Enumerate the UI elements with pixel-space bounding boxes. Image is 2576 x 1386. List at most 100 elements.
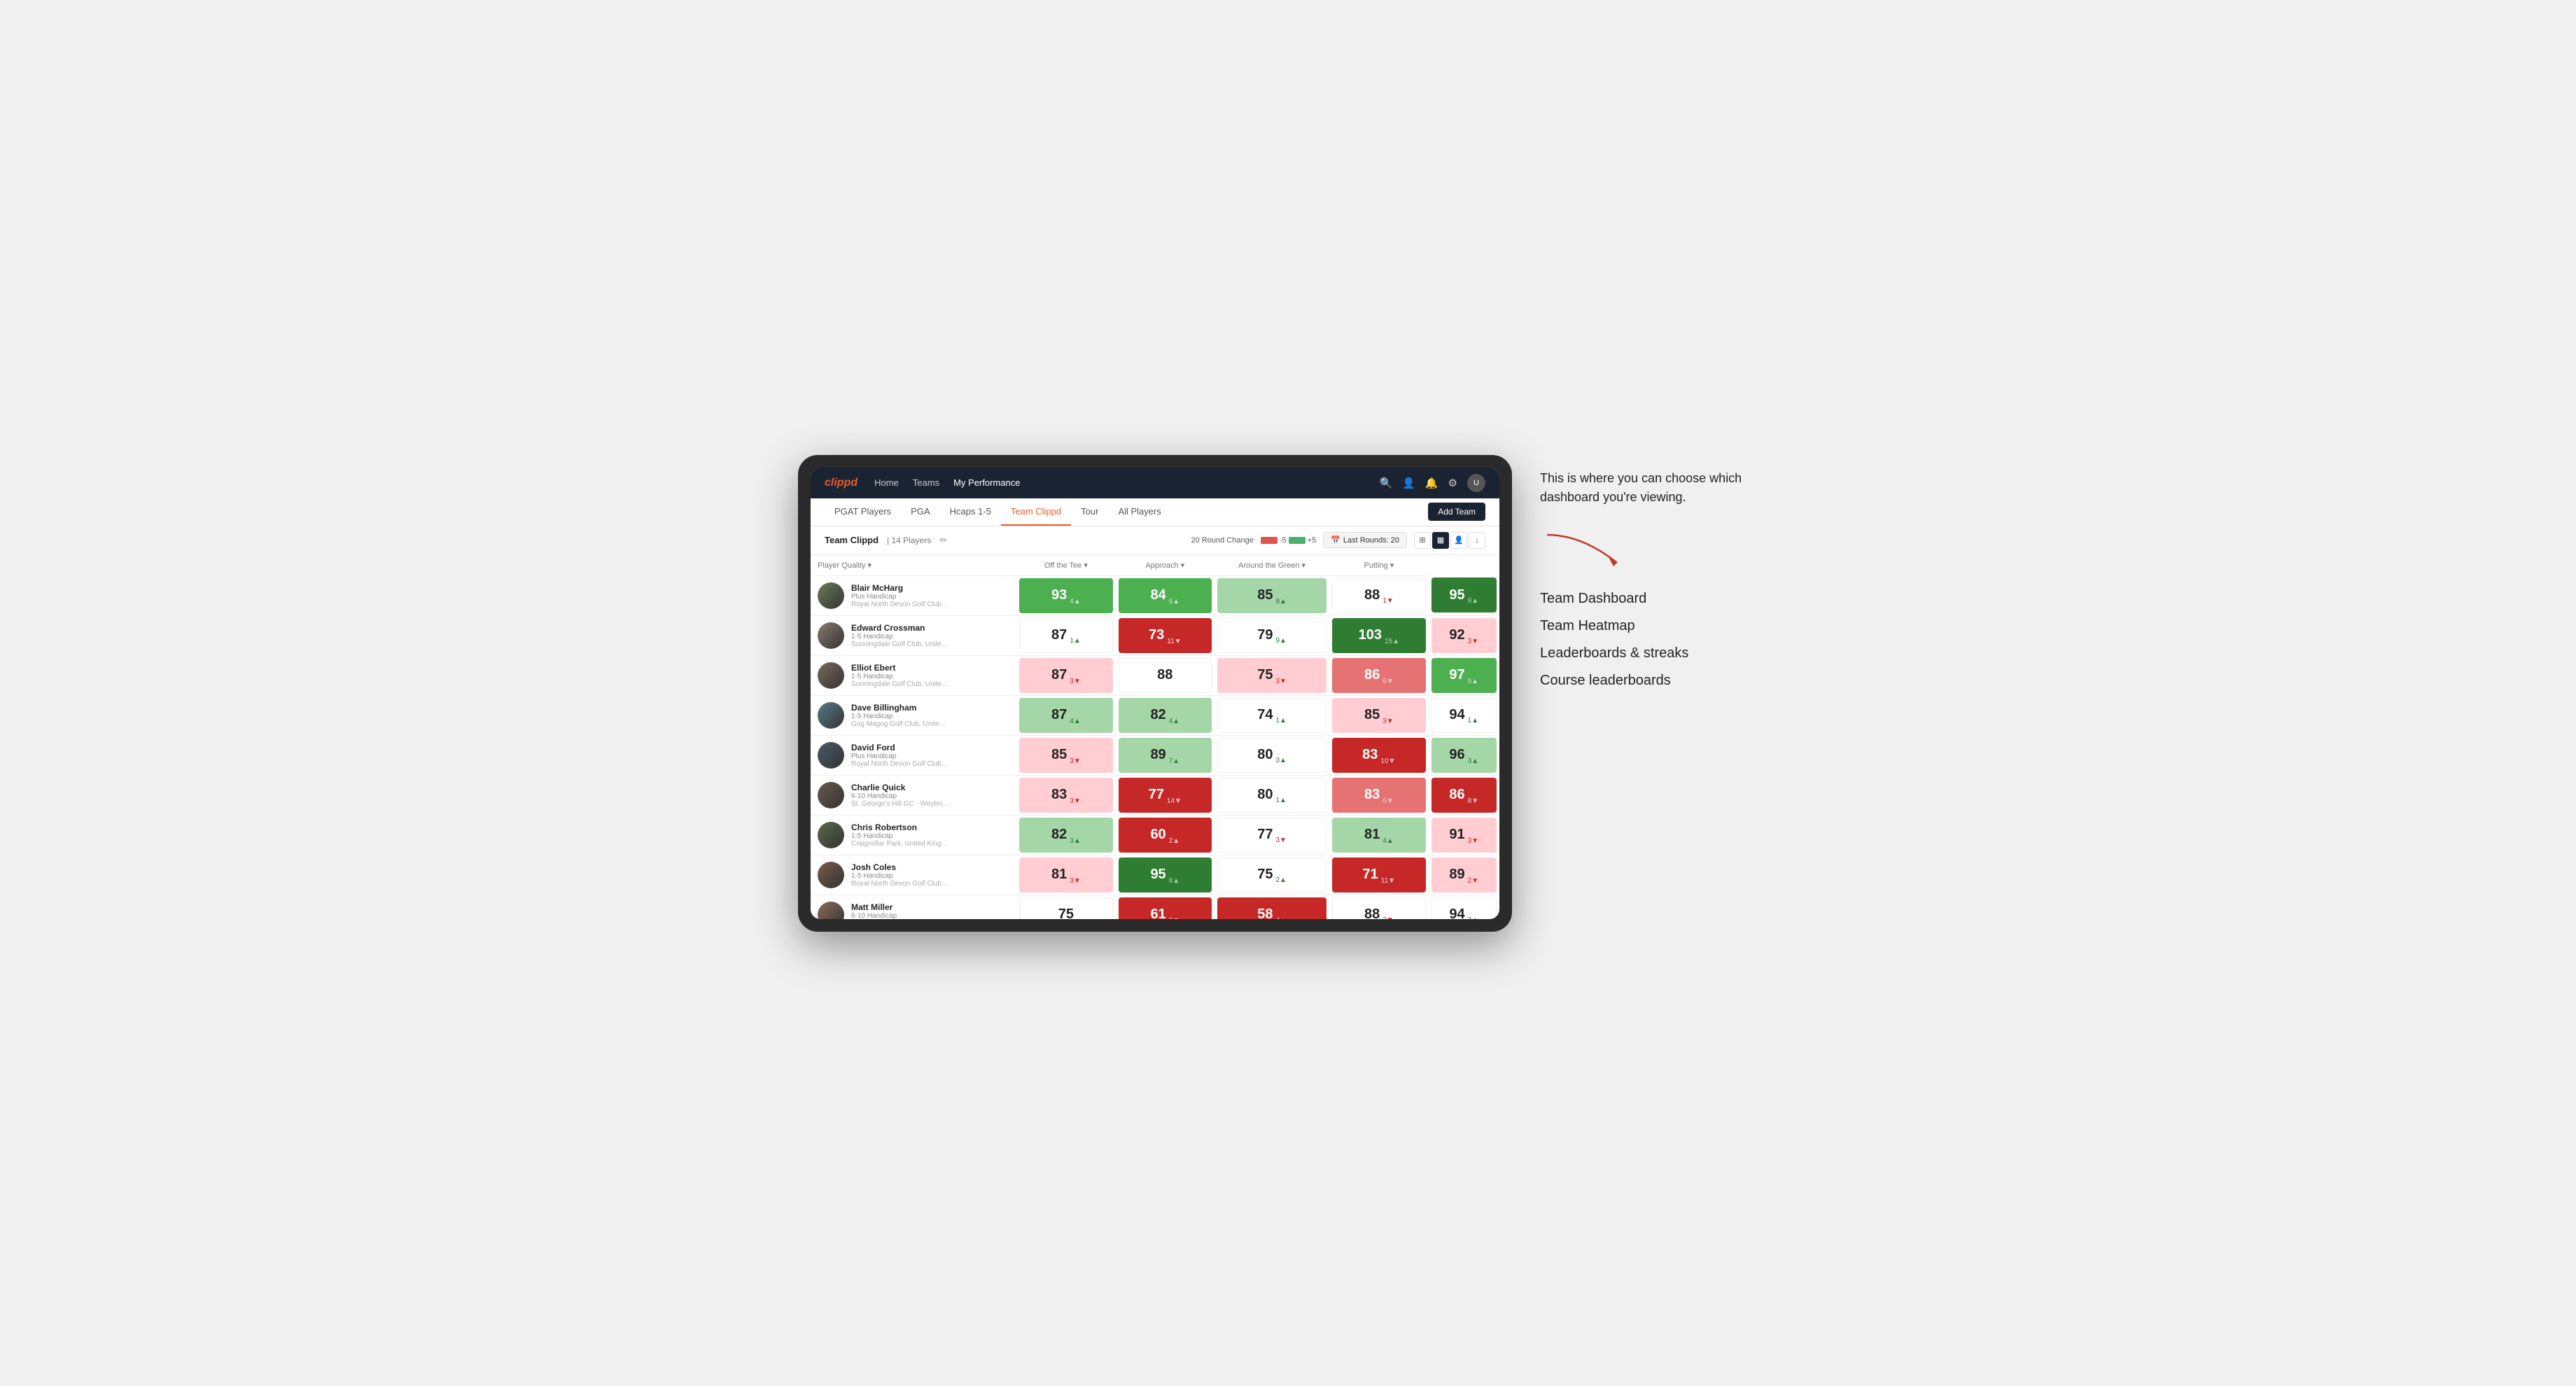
view-grid-button[interactable]: ⊞ [1414, 532, 1431, 549]
score-approach-cell: 85 8▲ [1214, 575, 1329, 615]
table-row[interactable]: Charlie Quick 6-10 Handicap St. George's… [811, 775, 1499, 815]
score-change: 1▲ [1275, 717, 1286, 727]
tab-all-players[interactable]: All Players [1108, 498, 1170, 526]
annotation-item-heatmap: Team Heatmap [1540, 618, 1778, 634]
annotation-arrow [1540, 528, 1778, 570]
score-value: 88 [1364, 587, 1380, 603]
player-club: Royal North Devon Golf Club, United King… [851, 760, 949, 768]
score-value: 95 [1449, 587, 1464, 603]
player-info: Blair McHarg Plus Handicap Royal North D… [851, 583, 949, 608]
score-off_tee-cell: 88 [1116, 655, 1214, 695]
player-avatar [818, 702, 844, 729]
view-download-button[interactable]: ↓ [1469, 532, 1485, 549]
score-change: 1▲ [1275, 797, 1286, 806]
col-around-green: Around the Green ▾ [1214, 555, 1329, 576]
score-value: 80 [1257, 747, 1273, 763]
table-row[interactable]: David Ford Plus Handicap Royal North Dev… [811, 735, 1499, 775]
score-value: 82 [1150, 707, 1166, 723]
player-club: Sunningdale Golf Club, United Kingdom [851, 680, 949, 688]
add-team-button[interactable]: Add Team [1428, 503, 1485, 521]
player-cell: Chris Robertson 1-5 Handicap Craigmillar… [811, 816, 1016, 854]
score-change: 4▲ [1275, 917, 1286, 919]
round-change-label: 20 Round Change [1191, 536, 1254, 545]
sub-header-right: 20 Round Change -5 +5 📅 Last Rounds: 20 … [1191, 532, 1485, 549]
table-row[interactable]: Dave Billingham 1-5 Handicap Gog Magog G… [811, 695, 1499, 735]
tablet-frame: clippd Home Teams My Performance 🔍 👤 🔔 ⚙… [798, 455, 1512, 932]
score-change: 14▼ [1167, 797, 1182, 807]
score-value: 94 [1449, 906, 1464, 919]
table-row[interactable]: Edward Crossman 1-5 Handicap Sunningdale… [811, 615, 1499, 655]
table-row[interactable]: Chris Robertson 1-5 Handicap Craigmillar… [811, 815, 1499, 855]
nav-link-teams[interactable]: Teams [913, 477, 939, 488]
data-table: Player Quality ▾ Off the Tee ▾ Approach … [811, 555, 1499, 919]
nav-link-myperformance[interactable]: My Performance [953, 477, 1020, 488]
score-change: 3▲ [1275, 757, 1286, 766]
score-box: 83 6▼ [1332, 778, 1425, 813]
score-quality-cell: 87 1▲ [1016, 615, 1115, 655]
player-handicap: 1-5 Handicap [851, 713, 949, 720]
score-box: 77 3▼ [1217, 818, 1326, 853]
score-value: 81 [1364, 827, 1380, 843]
score-approach-cell: 80 1▲ [1214, 775, 1329, 815]
score-change: 9▲ [1468, 597, 1478, 607]
score-quality-cell: 87 4▲ [1016, 695, 1115, 735]
score-value: 85 [1257, 587, 1273, 603]
bar-pos [1289, 537, 1306, 544]
score-change: 1▲ [1468, 717, 1478, 727]
score-value: 77 [1257, 827, 1273, 843]
search-icon[interactable]: 🔍 [1379, 477, 1392, 489]
score-putting-cell: 94 1▲ [1429, 695, 1499, 735]
score-box: 89 7▲ [1119, 738, 1212, 773]
annotation-item-dashboard: Team Dashboard [1540, 591, 1778, 607]
view-person-button[interactable]: 👤 [1450, 532, 1467, 549]
avatar[interactable]: U [1467, 474, 1485, 492]
bar-neg [1261, 537, 1278, 544]
score-box: 81 3▼ [1019, 858, 1112, 892]
score-change: 6▲ [1169, 598, 1180, 608]
bell-icon[interactable]: 🔔 [1425, 477, 1438, 489]
score-value: 91 [1449, 827, 1464, 843]
score-value: 86 [1449, 787, 1464, 803]
table-row[interactable]: Josh Coles 1-5 Handicap Royal North Devo… [811, 855, 1499, 895]
last-rounds-button[interactable]: 📅 Last Rounds: 20 [1323, 532, 1407, 548]
score-box: 71 11▼ [1332, 858, 1425, 892]
table-row[interactable]: Blair McHarg Plus Handicap Royal North D… [811, 575, 1499, 615]
table-row[interactable]: Elliot Ebert 1-5 Handicap Sunningdale Go… [811, 655, 1499, 695]
tab-team-clippd[interactable]: Team Clippd [1001, 498, 1071, 526]
bar-pos-label: +5 [1308, 536, 1317, 545]
score-box: 83 3▼ [1019, 778, 1112, 813]
score-box: 80 1▲ [1217, 778, 1326, 813]
score-change: 3▼ [1468, 837, 1478, 847]
nav-link-home[interactable]: Home [874, 477, 899, 488]
view-table-button[interactable]: ▦ [1432, 532, 1449, 549]
score-box: 74 1▲ [1217, 698, 1326, 733]
score-change: 11▼ [1381, 877, 1395, 887]
score-change: 2▲ [1169, 837, 1180, 847]
score-change: 8▲ [1275, 598, 1286, 608]
score-around_green-cell: 88 1▼ [1329, 575, 1428, 615]
score-box: 88 2▼ [1332, 897, 1425, 919]
score-value: 93 [1051, 587, 1067, 603]
score-box: 84 6▲ [1119, 578, 1212, 613]
settings-icon[interactable]: ⚙ [1448, 477, 1457, 489]
tab-tour[interactable]: Tour [1071, 498, 1108, 526]
score-box: 92 3▼ [1432, 618, 1497, 653]
player-handicap: 1-5 Handicap [851, 832, 949, 840]
player-cell: Blair McHarg Plus Handicap Royal North D… [811, 577, 1016, 615]
tab-pgat-players[interactable]: PGAT Players [825, 498, 901, 526]
tablet-screen: clippd Home Teams My Performance 🔍 👤 🔔 ⚙… [811, 468, 1499, 919]
score-value: 77 [1149, 787, 1164, 803]
user-icon[interactable]: 👤 [1402, 477, 1415, 489]
edit-icon[interactable]: ✏ [939, 535, 947, 546]
tab-hcaps[interactable]: Hcaps 1-5 [940, 498, 1001, 526]
score-value: 81 [1051, 867, 1067, 883]
table-head: Player Quality ▾ Off the Tee ▾ Approach … [811, 555, 1499, 576]
view-icons: ⊞ ▦ 👤 ↓ [1414, 532, 1485, 549]
score-box: 75 [1019, 897, 1112, 919]
nav-links: Home Teams My Performance [874, 477, 1379, 488]
tab-pga[interactable]: PGA [901, 498, 939, 526]
score-value: 87 [1051, 667, 1067, 683]
table-row[interactable]: Matt Miller 6-10 Handicap Woburn Golf Cl… [811, 895, 1499, 919]
round-change-bar: -5 +5 [1261, 536, 1316, 545]
annotation-item-course: Course leaderboards [1540, 673, 1778, 689]
